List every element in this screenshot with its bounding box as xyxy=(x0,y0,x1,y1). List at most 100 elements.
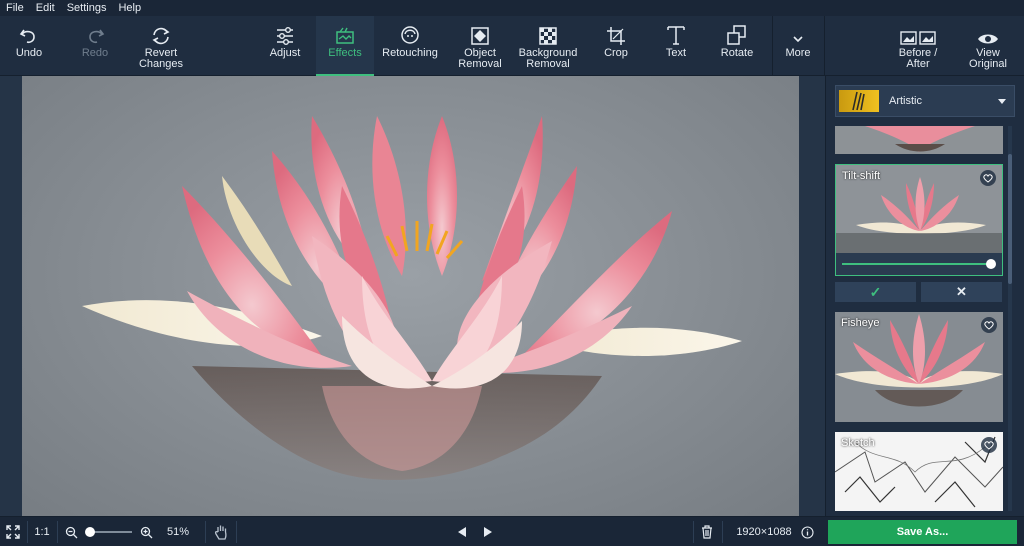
undo-button[interactable]: Undo xyxy=(4,16,54,76)
face-icon xyxy=(401,26,419,44)
effect-thumbnail xyxy=(835,126,1003,154)
undo-icon xyxy=(19,29,35,44)
next-arrow-icon xyxy=(484,527,492,537)
menu-settings[interactable]: Settings xyxy=(61,0,113,16)
toolbar: Undo Redo Revert Changes Adjust Effects … xyxy=(0,16,1024,76)
bottom-separator xyxy=(57,521,58,543)
menu-bar: File Edit Settings Help xyxy=(0,0,1024,16)
rotate-icon xyxy=(727,25,746,45)
favorite-heart-icon[interactable] xyxy=(981,437,997,453)
zoom-out-icon xyxy=(65,526,77,538)
text-icon xyxy=(667,26,685,45)
info-icon xyxy=(800,525,814,539)
menu-file[interactable]: File xyxy=(0,0,30,16)
apply-effect-button[interactable]: ✓ xyxy=(835,282,916,302)
next-image-button[interactable] xyxy=(480,517,496,546)
view-original-label: View Original xyxy=(969,47,1007,70)
actual-size-label: 1:1 xyxy=(34,526,50,538)
fullscreen-icon xyxy=(6,525,20,539)
redo-label: Redo xyxy=(81,47,109,59)
background-removal-button[interactable]: Background Removal xyxy=(514,16,582,76)
more-label: More xyxy=(785,47,811,59)
rotate-label: Rotate xyxy=(720,47,754,59)
text-button[interactable]: Text xyxy=(652,16,700,76)
rotate-button[interactable]: Rotate xyxy=(712,16,762,76)
zoom-in-icon xyxy=(140,526,152,538)
zoom-slider-knob[interactable] xyxy=(85,527,95,537)
more-button[interactable]: More xyxy=(774,16,822,76)
bottom-bar: 1:1 51% 1920×1088 Save As... xyxy=(0,516,1024,546)
delete-button[interactable] xyxy=(697,517,717,546)
before-after-button[interactable]: Before / After xyxy=(890,16,946,76)
bottom-separator xyxy=(722,521,723,543)
effects-icon xyxy=(336,27,354,44)
zoom-out-button[interactable] xyxy=(62,517,80,546)
revert-changes-label: Revert Changes xyxy=(138,47,184,70)
effect-name: Sketch xyxy=(841,437,875,449)
hand-tool-button[interactable] xyxy=(210,517,232,546)
effect-item[interactable] xyxy=(835,126,1003,154)
before-after-icon xyxy=(900,31,936,45)
menu-help[interactable]: Help xyxy=(112,0,147,16)
retouching-label: Retouching xyxy=(382,47,438,59)
category-label: Artistic xyxy=(889,95,922,107)
previous-image-button[interactable] xyxy=(454,517,470,546)
undo-label: Undo xyxy=(15,47,43,59)
background-removal-label: Background Removal xyxy=(518,47,578,70)
toolbar-separator xyxy=(772,16,773,76)
effect-item-sketch[interactable]: Sketch xyxy=(835,432,1003,511)
zoom-in-button[interactable] xyxy=(137,517,155,546)
menu-edit[interactable]: Edit xyxy=(30,0,61,16)
bottom-separator xyxy=(236,521,237,543)
adjust-label: Adjust xyxy=(269,47,301,59)
crop-icon xyxy=(607,27,625,45)
fit-to-screen-button[interactable] xyxy=(0,517,26,546)
effects-label: Effects xyxy=(328,47,362,59)
chevron-down-icon xyxy=(793,36,803,43)
save-as-button[interactable]: Save As... xyxy=(828,520,1017,544)
intensity-slider[interactable] xyxy=(836,253,1002,275)
trash-icon xyxy=(702,525,712,539)
object-removal-button[interactable]: Object Removal xyxy=(452,16,508,76)
retouching-button[interactable]: Retouching xyxy=(378,16,442,76)
view-original-button[interactable]: View Original xyxy=(962,16,1014,76)
prev-arrow-icon xyxy=(458,527,466,537)
crop-button[interactable]: Crop xyxy=(592,16,640,76)
crop-label: Crop xyxy=(604,47,628,59)
zoom-value: 51% xyxy=(166,526,190,538)
actual-size-button[interactable]: 1:1 xyxy=(30,517,54,546)
brush-icon xyxy=(852,91,865,111)
adjust-button[interactable]: Adjust xyxy=(260,16,310,76)
effect-item-tilt-shift[interactable]: Tilt-shift xyxy=(835,164,1003,276)
image-info-button[interactable] xyxy=(798,517,816,546)
scrollbar-thumb[interactable] xyxy=(1008,154,1012,284)
favorite-heart-icon[interactable] xyxy=(980,170,996,186)
before-after-label: Before / After xyxy=(898,47,938,70)
zoom-level: 51% xyxy=(160,517,196,546)
hand-icon xyxy=(214,525,227,540)
redo-button[interactable]: Redo xyxy=(70,16,120,76)
dimensions-value: 1920×1088 xyxy=(736,526,792,538)
object-removal-icon xyxy=(471,27,489,45)
check-icon: ✓ xyxy=(869,283,882,300)
effects-scrollbar[interactable] xyxy=(1008,126,1012,511)
effects-list: Tilt-shift ✓ ✕ Fisheye Sketch xyxy=(835,126,1005,511)
favorite-heart-icon[interactable] xyxy=(981,317,997,333)
intensity-knob[interactable] xyxy=(986,259,996,269)
effect-name: Fisheye xyxy=(841,317,880,329)
caret-down-icon xyxy=(998,98,1006,104)
background-removal-icon xyxy=(539,27,557,45)
bottom-separator xyxy=(205,521,206,543)
photo-canvas[interactable] xyxy=(22,76,799,516)
effects-button[interactable]: Effects xyxy=(316,16,374,76)
text-label: Text xyxy=(665,47,687,59)
sliders-icon xyxy=(277,27,293,45)
effect-item-fisheye[interactable]: Fisheye xyxy=(835,312,1003,422)
effect-category-dropdown[interactable]: Artistic xyxy=(835,85,1015,117)
revert-changes-button[interactable]: Revert Changes xyxy=(130,16,192,76)
close-icon: ✕ xyxy=(956,284,967,299)
cancel-effect-button[interactable]: ✕ xyxy=(921,282,1002,302)
canvas-area xyxy=(0,76,825,516)
bottom-separator xyxy=(27,521,28,543)
bottom-separator xyxy=(693,521,694,543)
